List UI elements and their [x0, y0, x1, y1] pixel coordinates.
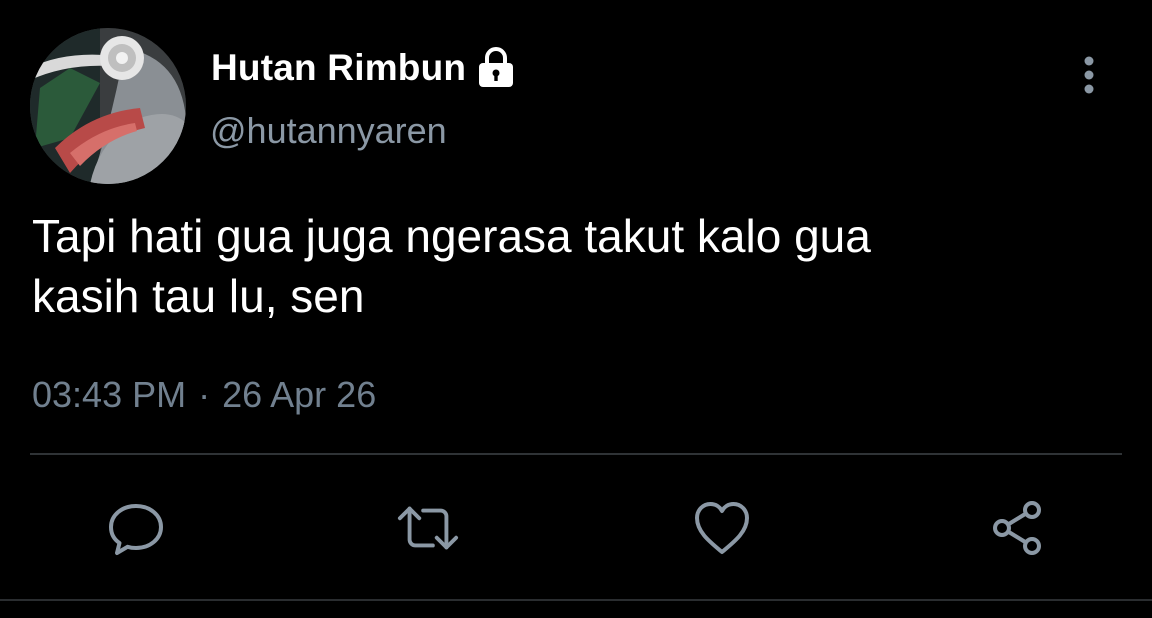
bottom-divider [0, 599, 1152, 601]
tweet-timestamp[interactable]: 03:43 PM · 26 Apr 26 [32, 374, 376, 416]
display-name-row: Hutan Rimbun [211, 40, 516, 96]
like-icon [695, 502, 749, 554]
retweet-button[interactable] [396, 496, 460, 560]
more-options-button[interactable] [1070, 52, 1108, 98]
reply-button[interactable] [104, 496, 168, 560]
lock-icon [476, 46, 516, 90]
like-button[interactable] [690, 496, 754, 560]
tweet-time: 03:43 PM [32, 374, 187, 415]
more-vertical-icon [1084, 56, 1094, 94]
tweet-card: Hutan Rimbun @hutannyaren Tapi hati gua … [0, 0, 1152, 618]
avatar-image [30, 28, 186, 184]
meta-separator: · [198, 374, 211, 415]
share-icon [993, 501, 1041, 555]
display-name[interactable]: Hutan Rimbun [211, 47, 466, 89]
user-handle[interactable]: @hutannyaren [210, 110, 447, 152]
retweet-icon [397, 506, 459, 550]
avatar[interactable] [30, 28, 186, 184]
divider [30, 453, 1122, 455]
tweet-date: 26 Apr 26 [222, 374, 377, 415]
reply-icon [109, 504, 163, 555]
tweet-text: Tapi hati gua juga ngerasa takut kalo gu… [32, 210, 871, 322]
share-button[interactable] [986, 496, 1050, 560]
